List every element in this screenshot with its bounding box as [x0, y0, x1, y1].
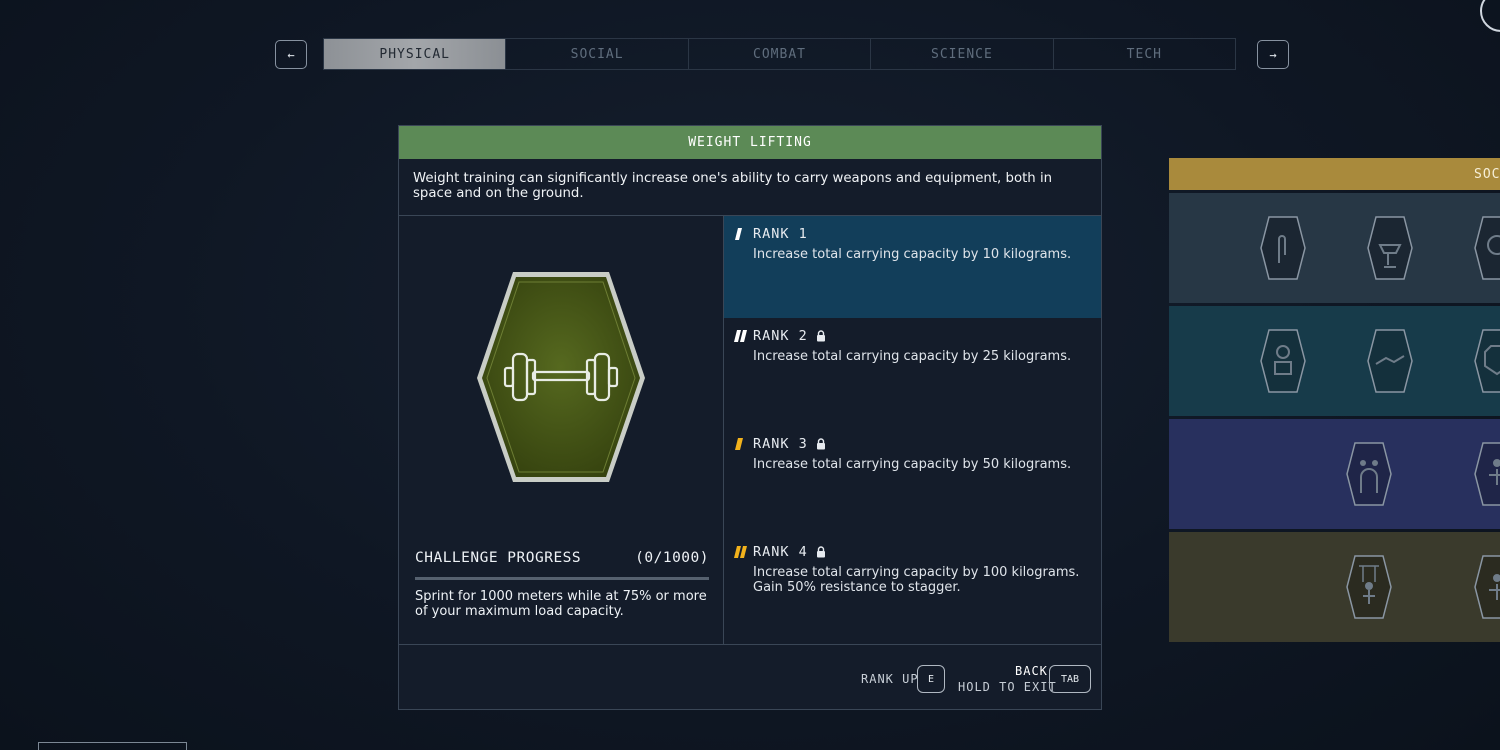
- face-icon[interactable]: [1473, 215, 1500, 281]
- social-preview-header: SOCI: [1169, 158, 1500, 190]
- tab-science[interactable]: SCIENCE: [871, 39, 1054, 69]
- challenge-header: CHALLENGE PROGRESS (0/1000): [415, 550, 709, 566]
- rank-item-1[interactable]: RANK 1 Increase total carrying capacity …: [724, 216, 1101, 318]
- prev-category-button[interactable]: ←: [275, 40, 307, 69]
- challenge-label: CHALLENGE PROGRESS: [415, 550, 582, 566]
- rank-description: Increase total carrying capacity by 25 k…: [753, 349, 1072, 364]
- tab-social[interactable]: SOCIAL: [506, 39, 689, 69]
- back-button[interactable]: TAB: [1049, 665, 1091, 693]
- menu-corner-button[interactable]: [1480, 0, 1500, 32]
- rank-description: Increase total carrying capacity by 10 k…: [753, 247, 1072, 262]
- rank-item-4[interactable]: RANK 4 Increase total carrying capacity …: [724, 534, 1101, 642]
- rank-title: RANK 2: [753, 328, 808, 344]
- figure-icon[interactable]: [1473, 441, 1500, 507]
- rank-title: RANK 1: [753, 226, 808, 242]
- rank-item-3[interactable]: RANK 3 Increase total carrying capacity …: [724, 426, 1101, 534]
- tab-combat[interactable]: COMBAT: [689, 39, 872, 69]
- rank-description: Increase total carrying capacity by 100 …: [753, 565, 1080, 595]
- skill-description: Weight training can significantly increa…: [399, 159, 1101, 216]
- side-row-1: [1169, 193, 1500, 303]
- tab-physical[interactable]: PHYSICAL: [324, 39, 507, 69]
- rank-3-marker-icon: [735, 438, 743, 450]
- category-tabs: PHYSICAL SOCIAL COMBAT SCIENCE TECH: [323, 38, 1236, 70]
- dumbbell-icon: [477, 272, 645, 482]
- challenge-progress-bar: [415, 577, 709, 580]
- rank-title: RANK 4: [753, 544, 808, 560]
- rank-1-marker-icon: [735, 228, 742, 240]
- rank-4-marker-icon: [734, 546, 747, 558]
- lock-icon: [816, 330, 825, 342]
- side-row-4: [1169, 532, 1500, 642]
- rank-title: RANK 3: [753, 436, 808, 452]
- tab-key-label: TAB: [1060, 673, 1080, 685]
- figure-icon[interactable]: [1473, 554, 1500, 620]
- back-label: BACK: [1015, 664, 1048, 678]
- arrow-right-icon: →: [1269, 47, 1277, 62]
- rank-2-marker-icon: [734, 330, 747, 342]
- side-row-3: [1169, 419, 1500, 529]
- skill-title: WEIGHT LIFTING: [399, 126, 1101, 159]
- hand-icon[interactable]: [1259, 215, 1307, 281]
- challenge-description: Sprint for 1000 meters while at 75% or m…: [415, 589, 707, 619]
- social-preview-panel[interactable]: SOCI: [1169, 158, 1500, 645]
- rank-up-label: RANK UP: [861, 672, 919, 686]
- beast-icon[interactable]: [1473, 328, 1500, 394]
- hold-to-exit-label: HOLD TO EXIT: [958, 680, 1057, 694]
- rank-list: RANK 1 Increase total carrying capacity …: [724, 216, 1101, 644]
- panel-footer: RANK UP E BACK HOLD TO EXIT TAB: [399, 644, 1101, 710]
- skill-detail-panel: WEIGHT LIFTING Weight training can signi…: [398, 125, 1102, 710]
- tab-tech[interactable]: TECH: [1054, 39, 1235, 69]
- lock-icon: [816, 438, 825, 450]
- lock-icon: [816, 546, 825, 558]
- puppet-icon[interactable]: [1345, 554, 1393, 620]
- challenge-progress-count: (0/1000): [635, 550, 709, 566]
- side-row-2: [1169, 306, 1500, 416]
- e-key-label: E: [927, 673, 935, 685]
- crowd-icon[interactable]: [1345, 441, 1393, 507]
- rank-description: Increase total carrying capacity by 50 k…: [753, 457, 1072, 472]
- rank-up-button[interactable]: E: [917, 665, 945, 693]
- rank-item-2[interactable]: RANK 2 Increase total carrying capacity …: [724, 318, 1101, 426]
- next-category-button[interactable]: →: [1257, 40, 1289, 69]
- fountain-icon[interactable]: [1366, 215, 1414, 281]
- arrow-left-icon: ←: [287, 47, 295, 62]
- bottom-panel-edge: [38, 742, 187, 750]
- skill-overview: CHALLENGE PROGRESS (0/1000) Sprint for 1…: [399, 216, 724, 644]
- handshake-icon[interactable]: [1366, 328, 1414, 394]
- robot-icon[interactable]: [1259, 328, 1307, 394]
